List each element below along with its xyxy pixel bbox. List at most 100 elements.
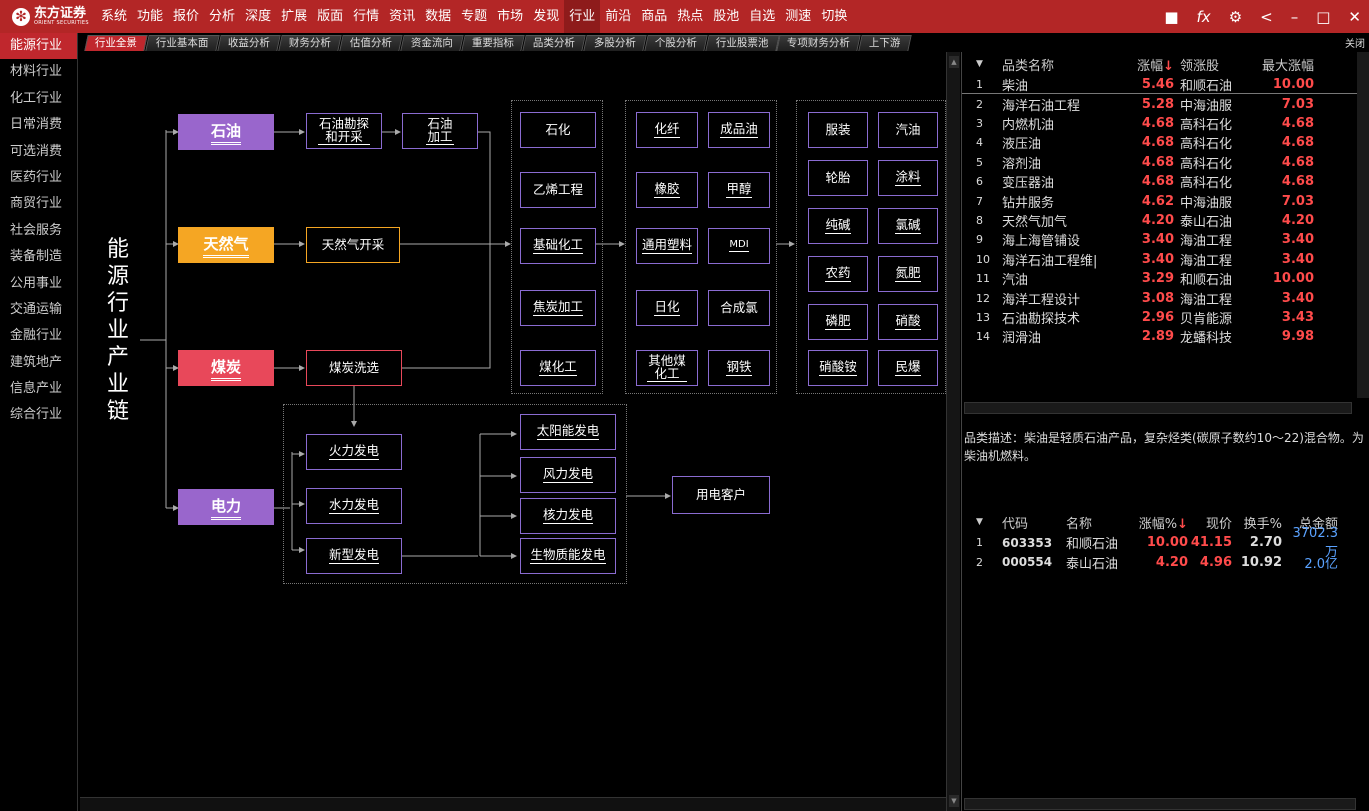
table-row[interactable]: 6 变压器油 4.68 高科石化 4.68	[962, 172, 1358, 191]
tab-7[interactable]: 品类分析	[521, 35, 586, 51]
node-synthetic-ammonia[interactable]: 合成氯	[708, 290, 770, 326]
node-refined-oil[interactable]: 成品油	[708, 112, 770, 148]
gear-icon[interactable]: ⚙	[1229, 8, 1242, 26]
menu-item-14[interactable]: 前沿	[600, 0, 636, 33]
table-row[interactable]: 7 钻井服务 4.62 中海油服 7.03	[962, 191, 1358, 211]
node-daily-chem[interactable]: 日化	[636, 290, 698, 326]
node-wind-power[interactable]: 风力发电	[520, 457, 616, 493]
tab-3[interactable]: 财务分析	[277, 35, 342, 51]
col-name[interactable]: 名称	[1066, 513, 1132, 532]
tab-2[interactable]: 收益分析	[216, 35, 281, 51]
node-hydro-power[interactable]: 水力发电	[306, 488, 402, 524]
node-petrochem[interactable]: 石化	[520, 112, 596, 148]
category-power[interactable]: 电力	[178, 489, 274, 525]
node-coke[interactable]: 焦炭加工	[520, 290, 596, 326]
sidebar-item-5[interactable]: 医药行业	[0, 165, 77, 191]
sidebar-item-12[interactable]: 建筑地产	[0, 350, 77, 376]
menu-item-2[interactable]: 报价	[168, 0, 204, 33]
tab-5[interactable]: 资金流向	[399, 35, 464, 51]
category-oil[interactable]: 石油	[178, 114, 274, 150]
node-coal-chem[interactable]: 煤化工	[520, 350, 596, 386]
tab-12[interactable]: 上下游	[858, 35, 912, 51]
table-row[interactable]: 11 汽油 3.29 和顺石油 10.00	[962, 269, 1358, 288]
node-solar-power[interactable]: 太阳能发电	[520, 414, 616, 450]
menu-item-10[interactable]: 专题	[456, 0, 492, 33]
table-row[interactable]: 4 液压油 4.68 高科石化 4.68	[962, 133, 1358, 152]
table-row[interactable]: 2 海洋石油工程 5.28 中海油服 7.03	[962, 94, 1358, 114]
col-change[interactable]: 涨幅↓	[1130, 55, 1174, 74]
sidebar-item-9[interactable]: 公用事业	[0, 271, 77, 297]
node-nuclear-power[interactable]: 核力发电	[520, 498, 616, 534]
table-row[interactable]: 12 海洋工程设计 3.08 海油工程 3.40	[962, 288, 1358, 308]
node-fiber[interactable]: 化纤	[636, 112, 698, 148]
table-row[interactable]: 1 柴油 5.46 和顺石油 10.00	[962, 75, 1358, 95]
scroll-up-icon[interactable]: ▲	[949, 56, 959, 68]
node-gas-extraction[interactable]: 天然气开采	[306, 227, 400, 263]
node-power-customers[interactable]: 用电客户	[672, 476, 770, 514]
menu-item-5[interactable]: 扩展	[276, 0, 312, 33]
sidebar-item-1[interactable]: 材料行业	[0, 59, 77, 85]
node-oil-refining[interactable]: 石油加工	[402, 113, 478, 149]
node-nitrogen-fertilizer[interactable]: 氮肥	[878, 256, 938, 292]
node-steel[interactable]: 钢铁	[708, 350, 770, 386]
menu-item-9[interactable]: 数据	[420, 0, 456, 33]
sidebar-item-13[interactable]: 信息产业	[0, 376, 77, 402]
node-basic-chem[interactable]: 基础化工	[520, 228, 596, 264]
node-mdi[interactable]: MDI	[708, 228, 770, 264]
table1-horizontal-scrollbar[interactable]	[964, 402, 1352, 414]
sidebar-item-3[interactable]: 日常消费	[0, 112, 77, 138]
sidebar-item-14[interactable]: 综合行业	[0, 402, 77, 428]
table-row[interactable]: 14 润滑油 2.89 龙蟠科技 9.98	[962, 327, 1358, 346]
table-row[interactable]: 8 天然气加气 4.20 泰山石油 4.20	[962, 211, 1358, 230]
node-gasoline[interactable]: 汽油	[878, 112, 938, 148]
tab-11[interactable]: 专项财务分析	[776, 35, 861, 51]
dropdown-icon[interactable]: ▼	[962, 59, 1002, 69]
scroll-down-icon[interactable]: ▼	[949, 795, 959, 807]
sidebar-item-10[interactable]: 交通运输	[0, 297, 77, 323]
table-row[interactable]: 13 石油勘探技术 2.96 贝肯能源 3.43	[962, 308, 1358, 327]
menu-item-11[interactable]: 市场	[492, 0, 528, 33]
menu-item-17[interactable]: 股池	[708, 0, 744, 33]
table-row[interactable]: 9 海上海管铺设 3.40 海油工程 3.40	[962, 230, 1358, 249]
node-phosphate-fertilizer[interactable]: 磷肥	[808, 304, 868, 340]
node-coal-washing[interactable]: 煤炭洗选	[306, 350, 402, 386]
menu-item-15[interactable]: 商品	[636, 0, 672, 33]
tab-9[interactable]: 个股分析	[643, 35, 708, 51]
formula-icon[interactable]: fx	[1197, 8, 1211, 26]
minimize-button[interactable]: –	[1291, 8, 1299, 26]
sidebar-item-6[interactable]: 商贸行业	[0, 191, 77, 217]
category-gas[interactable]: 天然气	[178, 227, 274, 263]
col-change-pct[interactable]: 涨幅%↓	[1132, 513, 1188, 532]
menu-item-13[interactable]: 行业	[564, 0, 601, 33]
maximize-button[interactable]: □	[1316, 8, 1330, 26]
sidebar-item-4[interactable]: 可选消费	[0, 139, 77, 165]
menu-item-18[interactable]: 自选	[744, 0, 780, 33]
table-row[interactable]: 1 603353 和顺石油 10.00 41.15 2.70 3702.3万	[962, 526, 1358, 560]
col-leading-stock[interactable]: 领涨股	[1174, 55, 1244, 74]
table2-horizontal-scrollbar[interactable]	[964, 798, 1356, 810]
back-icon[interactable]: <	[1260, 8, 1273, 26]
node-rubber[interactable]: 橡胶	[636, 172, 698, 208]
dropdown-icon-2[interactable]: ▼	[962, 517, 1002, 527]
node-pesticide[interactable]: 农药	[808, 256, 868, 292]
node-ammonium-nitrate[interactable]: 硝酸铵	[808, 350, 868, 386]
node-coating[interactable]: 涂料	[878, 160, 938, 196]
diagram-horizontal-scrollbar[interactable]	[80, 797, 946, 811]
node-methanol[interactable]: 甲醇	[708, 172, 770, 208]
node-chlor-alkali[interactable]: 氯碱	[878, 208, 938, 244]
node-ethylene[interactable]: 乙烯工程	[520, 172, 596, 208]
col-turnover[interactable]: 换手%	[1232, 513, 1282, 532]
tab-4[interactable]: 估值分析	[338, 35, 403, 51]
tab-6[interactable]: 重要指标	[460, 35, 525, 51]
col-max-change[interactable]: 最大涨幅	[1244, 55, 1314, 74]
table-row[interactable]: 10 海洋石油工程维| 3.40 海油工程 3.40	[962, 250, 1358, 269]
menu-item-3[interactable]: 分析	[204, 0, 240, 33]
node-nitric-acid[interactable]: 硝酸	[878, 304, 938, 340]
node-soda-ash[interactable]: 纯碱	[808, 208, 868, 244]
menu-item-8[interactable]: 资讯	[384, 0, 420, 33]
menu-item-0[interactable]: 系统	[96, 0, 132, 33]
tab-10[interactable]: 行业股票池	[704, 35, 779, 51]
menu-item-1[interactable]: 功能	[132, 0, 168, 33]
menu-item-12[interactable]: 发现	[528, 0, 564, 33]
tab-1[interactable]: 行业基本面	[145, 35, 220, 51]
